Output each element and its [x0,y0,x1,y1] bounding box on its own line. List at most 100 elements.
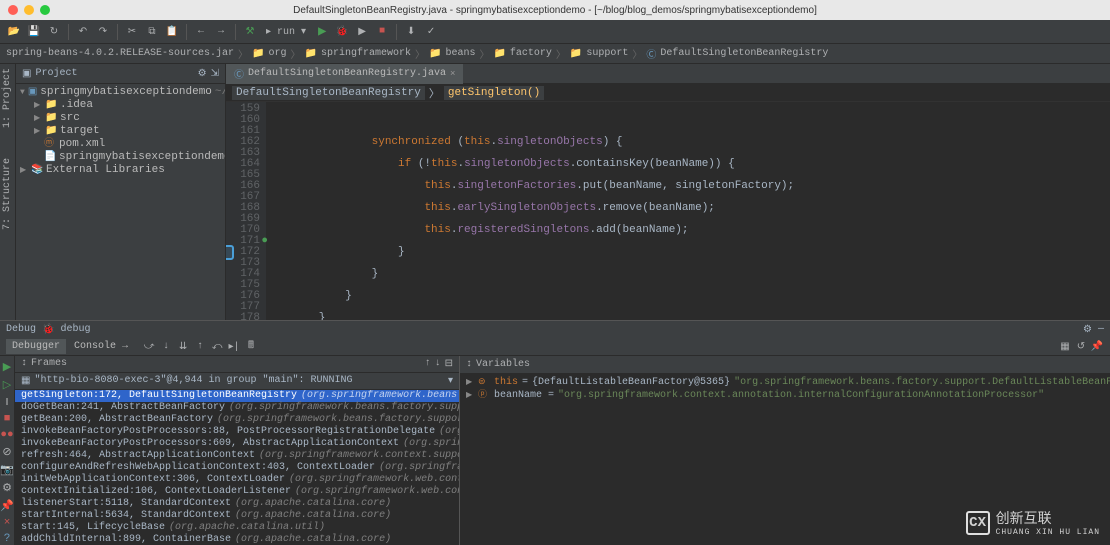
editor-tabs: ⒸDefaultSingletonBeanRegistry.java× [226,64,1110,84]
run-config-selector[interactable]: ▸ run ▾ [262,26,310,38]
frame-row[interactable]: invokeBeanFactoryPostProcessors:609, Abs… [15,438,459,450]
frame-row[interactable]: initWebApplicationContext:306, ContextLo… [15,474,459,486]
layout-icon[interactable]: ▦ [1058,340,1072,354]
evaluate-icon[interactable]: 🖩 [244,340,258,354]
close-tab-icon[interactable]: × [450,69,455,79]
frames-menu-icon[interactable]: ⊟ [445,358,453,370]
window-title: DefaultSingletonBeanRegistry.java - spri… [293,5,817,16]
pause-button[interactable]: ‖ [0,396,14,409]
resume-button[interactable]: ▷ [0,378,14,392]
frame-row[interactable]: start:145, LifecycleBase (org.apache.cat… [15,522,459,534]
var-this[interactable]: ▶⊜this = {DefaultListableBeanFactory@536… [466,376,1110,389]
tree-item[interactable]: ⓜpom.xml [20,138,221,151]
stop-button[interactable]: ■ [374,24,390,40]
redo-icon[interactable]: ↷ [95,24,111,40]
frame-row[interactable]: refresh:464, AbstractApplicationContext … [15,450,459,462]
debug-tabs: Debugger Console → ⤻ ↓ ⇊ ↑ ⤺ ▸| 🖩 ▦ ↺ 📌 [0,338,1110,356]
refresh-icon[interactable]: ↻ [46,24,62,40]
debug-button[interactable]: 🐞 [334,24,350,40]
debug-toolwindow-header: Debug 🐞debug ⚙ — [0,320,1110,338]
run-to-cursor-icon[interactable]: ▸| [227,340,241,354]
tree-item[interactable]: ▶📁src [20,112,221,125]
vcs-commit-icon[interactable]: ✓ [423,24,439,40]
restore-layout-icon[interactable]: ↺ [1074,340,1088,354]
force-step-into-icon[interactable]: ⇊ [176,340,190,354]
pin-button[interactable]: 📌 [0,499,14,513]
minimize-window-button[interactable] [24,5,34,15]
mute-breakpoints-button[interactable]: ⊘ [0,445,14,459]
get-thread-dump-button[interactable]: 📷 [0,463,14,477]
variables-tree[interactable]: ▶⊜this = {DefaultListableBeanFactory@536… [460,374,1110,404]
back-icon[interactable]: ← [193,24,209,40]
var-beanname[interactable]: ▶ⓟbeanName = "org.springframework.contex… [466,389,1110,402]
code-area[interactable]: 159160161162163164165166167168169170171 … [226,102,1110,320]
panel-collapse-icon[interactable]: ⇲ [211,68,219,80]
project-tree[interactable]: ▼▣springmybatisexceptiondemo ~/blog/blog… [16,84,225,179]
bc-method[interactable]: getSingleton() [444,86,544,100]
debug-body: ▶ ▷ ‖ ■ ●● ⊘ 📷 ⚙ 📌 × ? ↕Frames↑↓⊟ ▦"http… [0,356,1110,545]
save-icon[interactable]: 💾 [26,24,42,40]
frames-list[interactable]: getSingleton:172, DefaultSingletonBeanRe… [15,390,459,545]
editor-tab[interactable]: ⒸDefaultSingletonBeanRegistry.java× [226,64,463,84]
tree-item[interactable]: 📄springmybatisexceptiondemo.iml [20,151,221,164]
minimize-panel-icon[interactable]: — [1098,324,1104,335]
crumb-class[interactable]: DefaultSingletonBeanRegistry [660,48,828,59]
drop-frame-icon[interactable]: ⤺ [210,340,224,354]
copy-icon[interactable]: ⧉ [144,24,160,40]
step-over-icon[interactable]: ⤻ [142,340,156,354]
coverage-icon[interactable]: ▶ [354,24,370,40]
crumb[interactable]: factory [510,48,552,59]
frame-row[interactable]: startInternal:5634, StandardContext (org… [15,510,459,522]
gutter[interactable]: 159160161162163164165166167168169170171 … [226,102,266,320]
prev-frame-icon[interactable]: ↑ [425,358,431,369]
crumb[interactable]: support [586,48,628,59]
tree-item[interactable]: ▶📁.idea [20,99,221,112]
cut-icon[interactable]: ✂ [124,24,140,40]
settings-icon[interactable]: ⚙ [1083,324,1092,336]
tree-external-libs[interactable]: ▶📚External Libraries [20,164,221,177]
settings-button[interactable]: ⚙ [0,481,14,495]
frame-row[interactable]: listenerStart:5118, StandardContext (org… [15,498,459,510]
debug-config-name[interactable]: debug [60,324,90,335]
paste-icon[interactable]: 📋 [164,24,180,40]
step-into-icon[interactable]: ↓ [159,340,173,354]
undo-icon[interactable]: ↶ [75,24,91,40]
forward-icon[interactable]: → [213,24,229,40]
vcs-icon[interactable]: ⬇ [403,24,419,40]
debug-label: Debug [6,324,36,335]
step-out-icon[interactable]: ↑ [193,340,207,354]
help-button[interactable]: ? [0,533,14,545]
frame-row[interactable]: configureAndRefreshWebApplicationContext… [15,462,459,474]
debugger-tab[interactable]: Debugger [6,339,66,354]
panel-settings-icon[interactable]: ⚙ [198,68,207,80]
maximize-window-button[interactable] [40,5,50,15]
crumb[interactable]: beans [445,48,475,59]
code-body[interactable]: synchronized (this.singletonObjects) { i… [266,102,1110,320]
stop-debug-button[interactable]: ■ [0,413,14,425]
build-icon[interactable]: ⚒ [242,24,258,40]
frame-row[interactable]: doGetBean:241, AbstractBeanFactory (org.… [15,402,459,414]
next-frame-icon[interactable]: ↓ [435,358,441,369]
project-tool-tab[interactable]: 1: Project [2,68,13,128]
tree-item[interactable]: ▶📁target [20,125,221,138]
frame-row[interactable]: invokeBeanFactoryPostProcessors:88, Post… [15,426,459,438]
close-window-button[interactable] [8,5,18,15]
bc-class[interactable]: DefaultSingletonBeanRegistry [232,86,425,100]
pin-icon[interactable]: 📌 [1090,340,1104,354]
crumb-jar[interactable]: spring-beans-4.0.2.RELEASE-sources.jar [6,48,234,59]
crumb[interactable]: org [269,48,287,59]
frame-row[interactable]: addChildInternal:899, ContainerBase (org… [15,534,459,545]
frame-row[interactable]: getBean:200, AbstractBeanFactory (org.sp… [15,414,459,426]
crumb[interactable]: springframework [321,48,411,59]
frame-row[interactable]: contextInitialized:106, ContextLoaderLis… [15,486,459,498]
open-icon[interactable]: 📂 [6,24,22,40]
tree-root[interactable]: ▼▣springmybatisexceptiondemo ~/blog/blog… [20,86,221,99]
run-button[interactable]: ▶ [314,24,330,40]
structure-tool-tab[interactable]: 7: Structure [2,158,13,230]
rerun-button[interactable]: ▶ [0,360,14,374]
view-breakpoints-button[interactable]: ●● [0,429,14,441]
frame-row[interactable]: getSingleton:172, DefaultSingletonBeanRe… [15,390,459,402]
close-button[interactable]: × [0,517,14,529]
console-tab[interactable]: Console → [68,339,134,354]
thread-selector[interactable]: ▦"http-bio-8080-exec-3"@4,944 in group "… [15,373,459,390]
